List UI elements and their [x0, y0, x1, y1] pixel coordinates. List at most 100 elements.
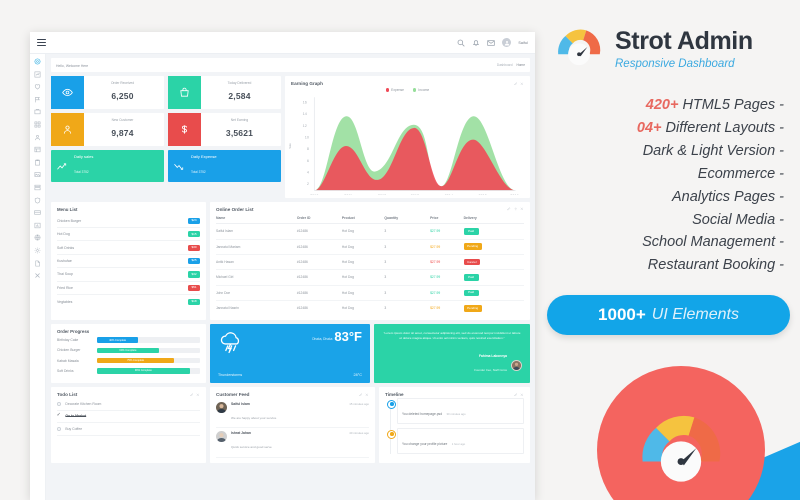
- sidebar-item-card[interactable]: [34, 209, 41, 216]
- sidebar-item-close[interactable]: [34, 272, 41, 279]
- close-icon[interactable]: [520, 393, 524, 397]
- sidebar-item-settings[interactable]: [34, 247, 41, 254]
- avatar[interactable]: [502, 38, 512, 47]
- sidebar-item-flag[interactable]: [34, 96, 41, 103]
- status-badge: Paid: [463, 274, 479, 281]
- sidebar: [30, 54, 46, 500]
- sidebar-item-users[interactable]: [34, 134, 41, 141]
- stat-label: Order Received: [110, 80, 135, 85]
- stat-card-today-delivered[interactable]: Today Delivered 2,584: [168, 76, 281, 109]
- weather-city: Dhaka, Dhaka: [312, 337, 333, 342]
- todo-checkbox[interactable]: [57, 412, 62, 419]
- stat-card-net-earning[interactable]: Net Earning 3,5621: [168, 113, 281, 146]
- sidebar-item-dashboard[interactable]: [34, 58, 41, 65]
- edit-icon[interactable]: [359, 393, 363, 397]
- stat-label: New Customer: [111, 117, 134, 122]
- greeting-text: Hello,: [56, 63, 65, 68]
- table-header-row: Name Order ID Product Quantity Price Del…: [216, 212, 524, 225]
- daily-sales-card[interactable]: Daily sales Total 3752: [51, 150, 164, 182]
- user-name[interactable]: Saiful: [518, 41, 528, 45]
- welcome-text: Welcome Here: [65, 63, 89, 68]
- feed-item[interactable]: Ishrat Jahan 40 minutes ago Quick servic…: [216, 428, 369, 458]
- wide-card-title: Daily Expense: [191, 153, 217, 159]
- edit-icon[interactable]: [507, 207, 511, 211]
- sidebar-item-image[interactable]: [34, 171, 41, 178]
- bell-icon[interactable]: [472, 39, 480, 47]
- list-item[interactable]: Kushufae $25: [57, 255, 200, 269]
- menu-toggle-icon[interactable]: [37, 38, 46, 47]
- table-row[interactable]: Antik Hasan #12486 Hot Dog 3 $27.99 Canc…: [216, 254, 524, 271]
- daily-expense-card[interactable]: Daily Expense Total 3752: [168, 150, 281, 182]
- breadcrumb-parent[interactable]: Dashboard: [497, 63, 513, 67]
- feed-item[interactable]: Saiful Islam 15 minutes ago We are happy…: [216, 398, 369, 428]
- gear-icon[interactable]: [514, 207, 518, 211]
- cell-order-id: #12486: [296, 285, 342, 302]
- breadcrumb: Dashboard Home: [497, 63, 525, 67]
- price-badge: $18: [188, 298, 200, 305]
- sidebar-item-table[interactable]: [34, 146, 41, 153]
- table-row[interactable]: Michael Girl #12486 Hot Dog 3 $27.99 Pai…: [216, 269, 524, 286]
- list-item[interactable]: Soft Drinks $30: [57, 241, 200, 255]
- sidebar-item-bars[interactable]: [34, 222, 41, 229]
- trend-up-icon: [57, 162, 67, 170]
- sidebar-item-briefcase[interactable]: [34, 108, 41, 115]
- sidebar-item-globe[interactable]: [34, 234, 41, 241]
- cell-name: Jannatul Nasrin: [216, 306, 239, 311]
- stat-card-order-received[interactable]: Order Received 6,250: [51, 76, 164, 109]
- online-order-list-card: Online Order List Name Order ID Product …: [210, 201, 530, 321]
- close-icon[interactable]: [365, 393, 369, 397]
- todo-item[interactable]: Buy Coffee: [57, 423, 200, 436]
- close-icon[interactable]: [520, 82, 524, 86]
- sidebar-item-layers[interactable]: [34, 184, 41, 191]
- wide-card-title: Daily sales: [74, 153, 94, 159]
- search-icon[interactable]: [457, 39, 466, 47]
- table-row[interactable]: Jannatul Mariam #12486 Hot Dog 3 $27.99 …: [216, 239, 524, 255]
- progress-fill: 90% Complete: [97, 367, 190, 374]
- sidebar-item-file[interactable]: [34, 260, 41, 267]
- testimonial-card: “Lorem ipsum dolor sit amet, consectetur…: [374, 324, 530, 384]
- edit-icon[interactable]: [514, 393, 518, 397]
- table-row[interactable]: John Doe #12486 Hot Dog 3 $27.99 Paid: [216, 285, 524, 302]
- todo-item[interactable]: Decorate Kitchen Room: [57, 398, 200, 411]
- list-item[interactable]: Chicken Burger $23: [57, 215, 200, 229]
- sidebar-item-shield[interactable]: [34, 197, 41, 204]
- sidebar-item-clipboard[interactable]: [34, 159, 41, 166]
- todo-label: Buy Coffee: [65, 426, 83, 431]
- list-item[interactable]: Thai Soup $32: [57, 268, 200, 282]
- list-item[interactable]: Fried Rice $51: [57, 282, 200, 296]
- close-icon[interactable]: [196, 393, 200, 397]
- cell-delivery: Cancel: [463, 254, 524, 271]
- gauge-circle-decoration: [597, 366, 765, 500]
- feature-text: HTML5 Pages -: [678, 97, 784, 113]
- mail-icon[interactable]: [487, 39, 496, 47]
- feature-item: Ecommerce -: [545, 163, 784, 186]
- edit-icon[interactable]: [514, 82, 518, 86]
- wide-card-sub: Total 3752: [191, 170, 206, 175]
- legend-income[interactable]: Income: [413, 88, 429, 92]
- close-icon[interactable]: [520, 207, 524, 211]
- table-row[interactable]: Jannatul Nasrin #12486 Hot Dog 3 $27.99 …: [216, 301, 524, 316]
- sidebar-item-grid[interactable]: [34, 121, 41, 128]
- timeline-item[interactable]: You change your profile picture 1 hour a…: [387, 428, 524, 455]
- table-row[interactable]: Saiful Islam #12486 Hot Dog 3 $27.99 Pai…: [216, 223, 524, 240]
- stat-card-new-customer[interactable]: New Customer 9,874: [51, 113, 164, 146]
- feature-highlight: 04+: [636, 119, 662, 136]
- todo-checkbox[interactable]: [57, 401, 62, 407]
- list-item[interactable]: Hot Dog $15: [57, 228, 200, 242]
- column-header-name: Name: [216, 212, 297, 225]
- timeline-item[interactable]: You deleted homepage.psd 30 minutes ago: [387, 398, 524, 425]
- svg-text:2012: 2012: [378, 194, 386, 195]
- avatar: [216, 431, 227, 443]
- sidebar-item-heart[interactable]: [34, 83, 41, 90]
- sidebar-item-chart[interactable]: [34, 71, 41, 78]
- feature-text: Ecommerce -: [697, 165, 784, 182]
- list-item[interactable]: Vegtables $18: [57, 295, 200, 308]
- svg-text:2014: 2014: [445, 194, 453, 195]
- legend-expense[interactable]: Expense: [385, 88, 404, 92]
- feature-item: Dark & Light Version -: [545, 140, 784, 163]
- todo-item[interactable]: Go to Market: [57, 411, 200, 424]
- cell-name: Saiful Islam: [216, 223, 297, 240]
- dashboard-content: Hello, Welcome Here Dashboard Home Order…: [46, 54, 535, 500]
- edit-icon[interactable]: [190, 393, 194, 397]
- todo-checkbox[interactable]: [57, 426, 62, 432]
